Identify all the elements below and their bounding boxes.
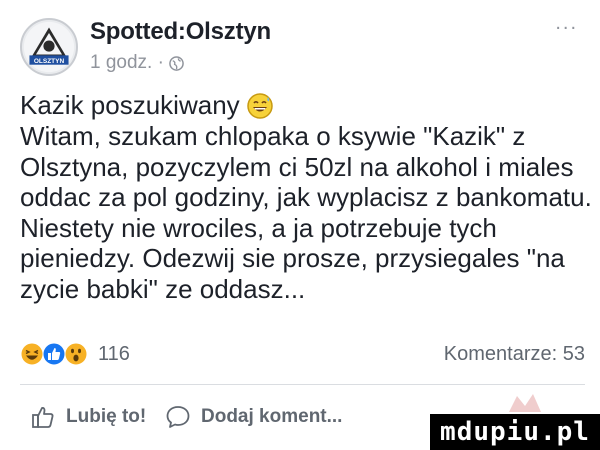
post-title: Kazik poszukiwany bbox=[20, 90, 274, 121]
speech-bubble-icon bbox=[166, 406, 190, 428]
like-button[interactable]: Lubię to! bbox=[30, 402, 146, 432]
site-watermark: mdupiu.pl bbox=[430, 414, 600, 450]
post-body-line: zycie babki" ze oddasz... bbox=[20, 273, 306, 304]
post-body-line: Witam, szukam chlopaka o ksywie "Kazik" … bbox=[20, 121, 526, 151]
reaction-count[interactable]: 116 bbox=[98, 343, 130, 366]
comment-button[interactable]: Dodaj koment... bbox=[165, 402, 342, 432]
facebook-post: OLSZTYN Spotted:Olsztyn 1 godz. · ... Ka… bbox=[0, 0, 600, 450]
divider bbox=[20, 384, 585, 385]
post-time[interactable]: 1 godz. · bbox=[90, 52, 164, 74]
post-meta: 1 godz. · bbox=[90, 52, 184, 74]
thumbs-up-icon bbox=[32, 407, 54, 428]
like-label: Lubię to! bbox=[66, 406, 147, 427]
reactions-summary[interactable]: 116 bbox=[20, 340, 130, 368]
page-name[interactable]: Spotted:Olsztyn bbox=[90, 18, 271, 46]
spotted-logo-icon: OLSZTYN bbox=[23, 21, 75, 73]
grinning-sweat-emoji-icon bbox=[246, 92, 273, 119]
more-options-button[interactable]: ... bbox=[555, 12, 578, 35]
post-title-text: Kazik poszukiwany bbox=[20, 90, 240, 120]
post-body-line: pieniedzy. Odezwij sie prosze, przysiega… bbox=[20, 243, 565, 273]
globe-icon bbox=[169, 55, 184, 71]
like-reaction-icon bbox=[42, 342, 66, 366]
page-avatar[interactable]: OLSZTYN bbox=[20, 18, 78, 76]
post-body-line: Olsztyna, pozyczylem ci 50zl na alkohol … bbox=[20, 151, 574, 182]
post-body: Witam, szukam chlopaka o ksywie "Kazik" … bbox=[20, 121, 592, 304]
post-body-line: Niestety nie wrociles, a ja potrzebuje t… bbox=[20, 212, 497, 243]
comments-count[interactable]: Komentarze: 53 bbox=[444, 343, 585, 366]
wow-reaction-icon bbox=[64, 342, 88, 366]
avatar-label: OLSZTYN bbox=[34, 58, 65, 65]
comment-label: Dodaj koment... bbox=[201, 406, 343, 427]
post-body-line: oddac za pol godziny, jak wyplacisz z ba… bbox=[20, 182, 592, 212]
haha-reaction-icon bbox=[20, 342, 44, 366]
